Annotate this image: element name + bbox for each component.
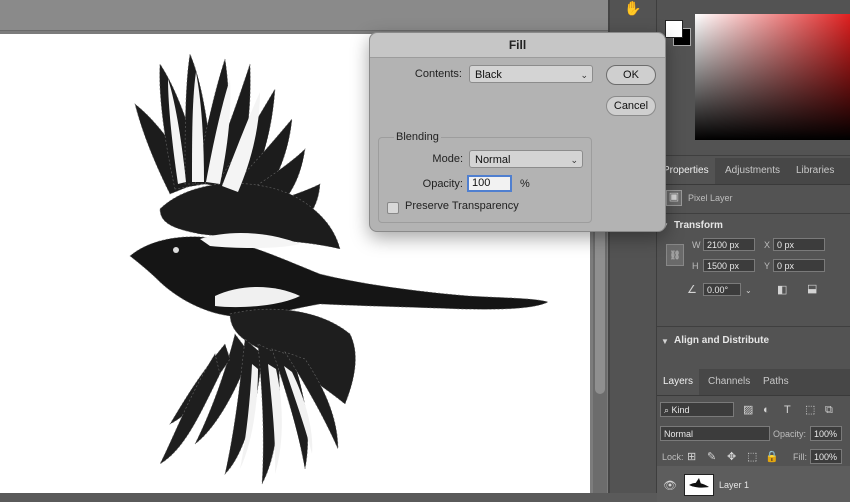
layer-name: Layer 1 bbox=[719, 480, 750, 490]
divider bbox=[657, 155, 850, 156]
adjustment-filter-icon[interactable]: ◐ bbox=[763, 404, 770, 416]
lock-all-icon[interactable]: 🔒 bbox=[765, 451, 779, 463]
divider bbox=[657, 213, 850, 214]
tab-paths[interactable]: Paths bbox=[757, 369, 795, 395]
tab-channels[interactable]: Channels bbox=[702, 369, 756, 395]
mode-label: Mode: bbox=[432, 153, 463, 165]
layer-opacity-label: Opacity: bbox=[773, 429, 807, 439]
right-panels: Properties Adjustments Libraries ▣ Pixel… bbox=[657, 0, 850, 502]
transform-title: Transform bbox=[674, 220, 723, 231]
lock-label: Lock: bbox=[662, 452, 684, 462]
divider bbox=[657, 326, 850, 327]
fill-label: Fill: bbox=[793, 452, 807, 462]
search-icon: ⌕ bbox=[664, 405, 672, 415]
cancel-button[interactable]: Cancel bbox=[606, 96, 656, 116]
opacity-label: Opacity: bbox=[422, 178, 463, 190]
shape-filter-icon[interactable]: ⬚ bbox=[805, 404, 815, 416]
foreground-color-swatch[interactable] bbox=[665, 20, 683, 38]
mode-select[interactable]: Normal ⌄ bbox=[469, 150, 583, 168]
contents-label: Contents: bbox=[414, 68, 462, 80]
tab-adjustments[interactable]: Adjustments bbox=[719, 158, 786, 184]
dialog-titlebar[interactable]: Fill bbox=[370, 33, 665, 58]
tab-libraries[interactable]: Libraries bbox=[790, 158, 840, 184]
chevron-down-icon[interactable]: ▼ bbox=[661, 336, 669, 348]
mode-value: Normal bbox=[475, 154, 511, 166]
angle-icon: ∠ bbox=[687, 284, 697, 296]
document-tab-bar bbox=[0, 0, 608, 31]
link-dimensions-icon[interactable]: ⛓ bbox=[666, 244, 684, 266]
blend-mode-select[interactable]: Normal bbox=[660, 426, 770, 441]
smart-object-filter-icon[interactable]: ⧉ bbox=[825, 404, 833, 416]
preserve-transparency-label[interactable]: Preserve Transparency bbox=[405, 200, 519, 212]
lock-image-icon[interactable]: ✎ bbox=[707, 451, 716, 463]
layer-filter-select[interactable]: ⌕ Kind bbox=[660, 402, 734, 417]
properties-tabbar: Properties Adjustments Libraries bbox=[657, 158, 850, 185]
chevron-down-icon: ⌄ bbox=[570, 155, 578, 165]
tab-layers[interactable]: Layers bbox=[657, 369, 700, 395]
color-picker-field[interactable] bbox=[695, 14, 850, 140]
opacity-unit: % bbox=[520, 178, 530, 190]
chevron-down-icon[interactable]: ⌄ bbox=[745, 285, 752, 297]
width-field[interactable]: 2100 px bbox=[703, 238, 755, 251]
layer-row[interactable]: 👁 Layer 1 bbox=[657, 466, 850, 502]
lock-transparent-icon[interactable]: ⊞ bbox=[687, 451, 696, 463]
align-distribute-title: Align and Distribute bbox=[674, 335, 769, 346]
preserve-transparency-checkbox[interactable] bbox=[387, 202, 399, 214]
w-label: W bbox=[692, 240, 701, 250]
height-field[interactable]: 1500 px bbox=[703, 259, 755, 272]
type-filter-icon[interactable]: T bbox=[784, 404, 791, 416]
filter-value: Kind bbox=[671, 405, 690, 415]
flip-horizontal-icon[interactable]: ◧ bbox=[777, 284, 787, 296]
lock-position-icon[interactable]: ✥ bbox=[727, 451, 736, 463]
pixel-layer-icon: ▣ bbox=[666, 190, 682, 206]
fill-field[interactable]: 100% bbox=[810, 449, 842, 464]
opacity-input[interactable]: 100 bbox=[467, 175, 512, 192]
angle-field[interactable]: 0.00° bbox=[703, 283, 741, 296]
image-filter-icon[interactable]: ▨ bbox=[743, 404, 753, 416]
flip-vertical-icon[interactable]: ⬓ bbox=[807, 283, 817, 295]
lock-artboard-icon[interactable]: ⬚ bbox=[747, 451, 757, 463]
blending-label: Blending bbox=[394, 131, 441, 143]
y-field[interactable]: 0 px bbox=[773, 259, 825, 272]
layers-tabbar: Layers Channels Paths bbox=[657, 369, 850, 396]
eye-icon[interactable]: 👁 bbox=[663, 480, 677, 492]
dialog-title: Fill bbox=[508, 38, 527, 52]
layer-type-label: Pixel Layer bbox=[688, 193, 733, 203]
chevron-down-icon: ⌄ bbox=[580, 70, 588, 80]
contents-select[interactable]: Black ⌄ bbox=[469, 65, 593, 83]
layer-opacity-field[interactable]: 100% bbox=[810, 426, 842, 441]
x-field[interactable]: 0 px bbox=[773, 238, 825, 251]
hand-tool-icon[interactable]: ✋ bbox=[624, 0, 642, 16]
h-label: H bbox=[692, 261, 699, 271]
ok-button[interactable]: OK bbox=[606, 65, 656, 85]
fill-dialog: Fill Contents: Black ⌄ OK Cancel Blendin… bbox=[369, 32, 666, 232]
x-label: X bbox=[764, 240, 771, 250]
y-label: Y bbox=[764, 261, 771, 271]
contents-value: Black bbox=[475, 69, 502, 81]
